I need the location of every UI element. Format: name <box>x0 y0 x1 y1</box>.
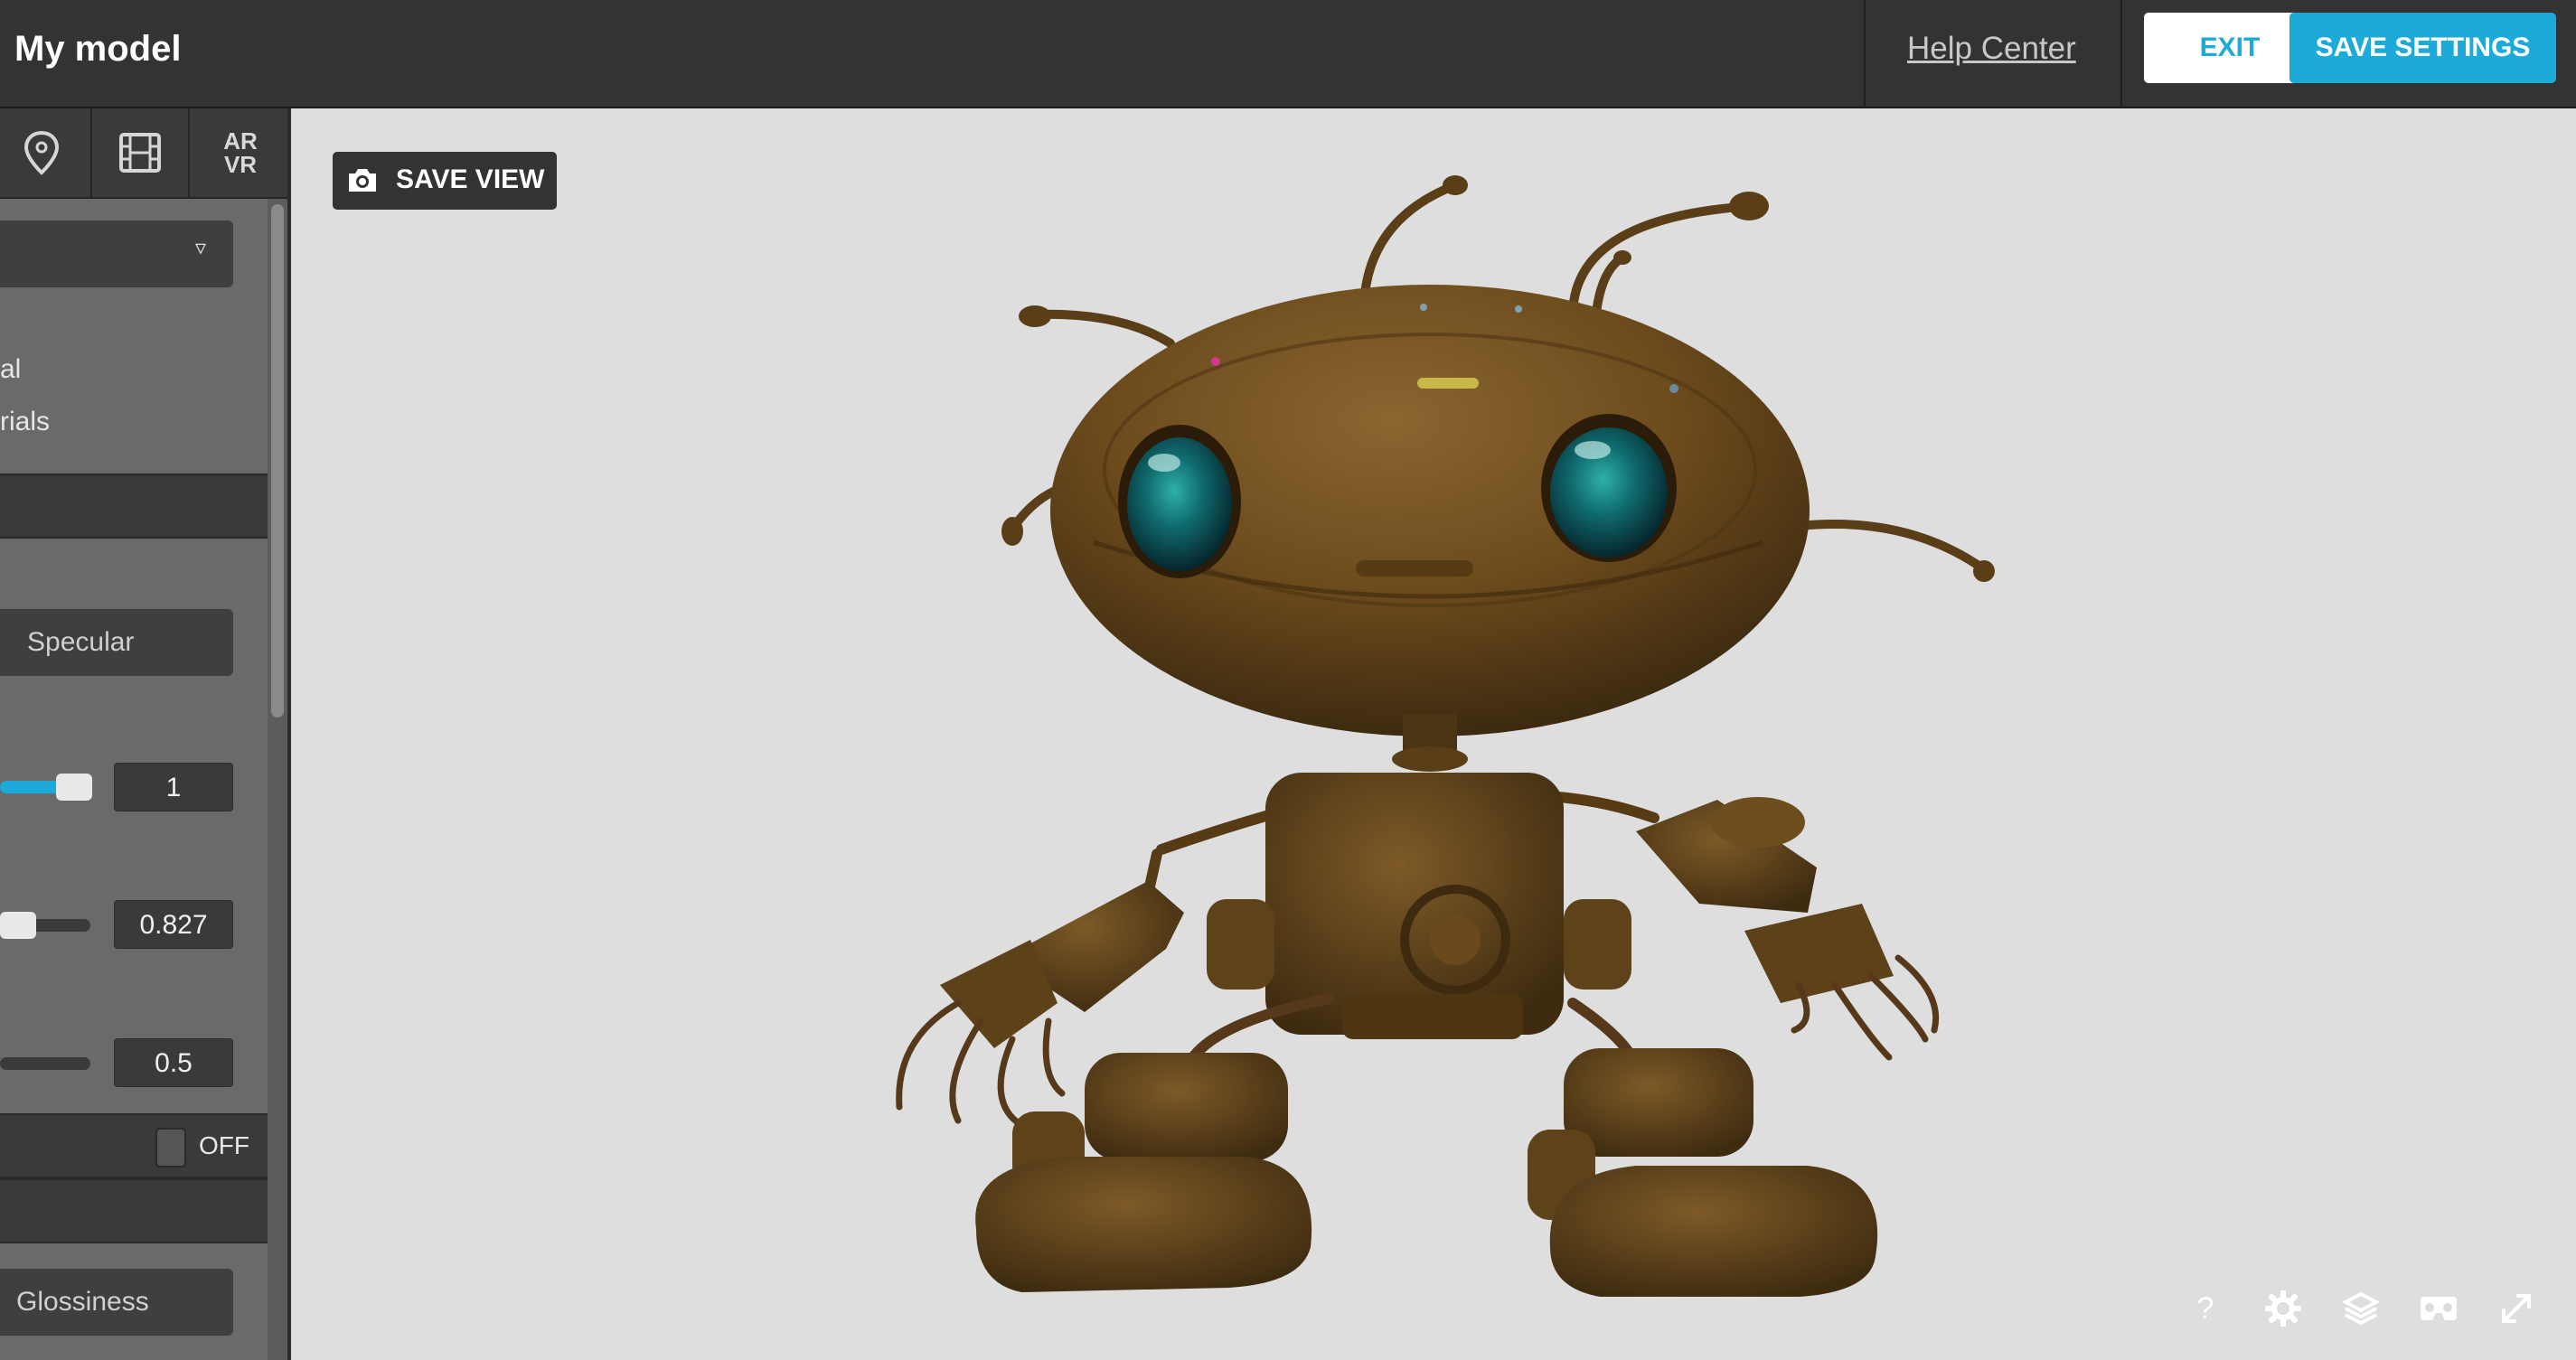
help-icon[interactable]: ? <box>2182 1285 2229 1332</box>
material-option[interactable]: rials <box>0 407 50 437</box>
toggle-label: OFF <box>199 1131 249 1159</box>
toggle-row: OFF <box>0 1113 268 1178</box>
model-title: My model <box>14 29 182 69</box>
value-input[interactable]: 0.827 <box>114 900 233 949</box>
layers-icon[interactable] <box>2337 1285 2384 1332</box>
value-input[interactable]: 0.5 <box>114 1038 233 1087</box>
ar-vr-label: AR VR <box>223 127 258 178</box>
tab-annotations[interactable] <box>0 108 90 197</box>
value-input[interactable]: 1 <box>114 763 233 811</box>
top-bar: My model Help Center EXIT SAVE SETTINGS <box>0 0 2576 108</box>
tab-animations[interactable] <box>90 108 188 197</box>
left-foot <box>975 1053 1312 1292</box>
slider-track[interactable] <box>0 1057 90 1070</box>
vr-icon[interactable] <box>2415 1285 2462 1332</box>
section-header <box>0 1178 268 1243</box>
film-icon <box>119 133 161 173</box>
settings-sidebar: AR VR ▿ al rials Specular 1 0.827 0.5 OF… <box>0 108 291 1360</box>
slider-handle[interactable] <box>56 774 92 801</box>
chevron-down-icon: ▿ <box>194 236 206 260</box>
toggle-switch[interactable]: OFF <box>152 1122 260 1169</box>
glossiness-select-button[interactable]: Glossiness <box>0 1269 233 1336</box>
right-hand <box>1636 797 1940 1061</box>
material-select[interactable]: ▿ <box>0 220 233 287</box>
sidebar-tabs: AR VR <box>0 108 291 199</box>
map-pin-icon <box>24 130 60 175</box>
divider <box>1864 0 1866 108</box>
tab-ar-vr[interactable]: AR VR <box>188 108 291 197</box>
toggle-knob <box>155 1128 186 1168</box>
material-option[interactable]: al <box>0 354 21 385</box>
help-center-link[interactable]: Help Center <box>1907 27 2076 70</box>
section-header <box>0 474 268 539</box>
3d-viewport[interactable]: SAVE VIEW ? <box>291 108 2576 1360</box>
right-foot <box>1528 1048 1878 1297</box>
fullscreen-icon[interactable] <box>2493 1285 2540 1332</box>
divider <box>2120 0 2122 108</box>
slider-handle[interactable] <box>0 912 36 939</box>
settings-icon[interactable] <box>2260 1285 2307 1332</box>
workflow-select-button[interactable]: Specular <box>0 609 233 676</box>
save-settings-button[interactable]: SAVE SETTINGS <box>2289 13 2556 83</box>
scrollbar-thumb[interactable] <box>271 204 284 718</box>
robot-3d-model[interactable] <box>291 108 2576 1360</box>
